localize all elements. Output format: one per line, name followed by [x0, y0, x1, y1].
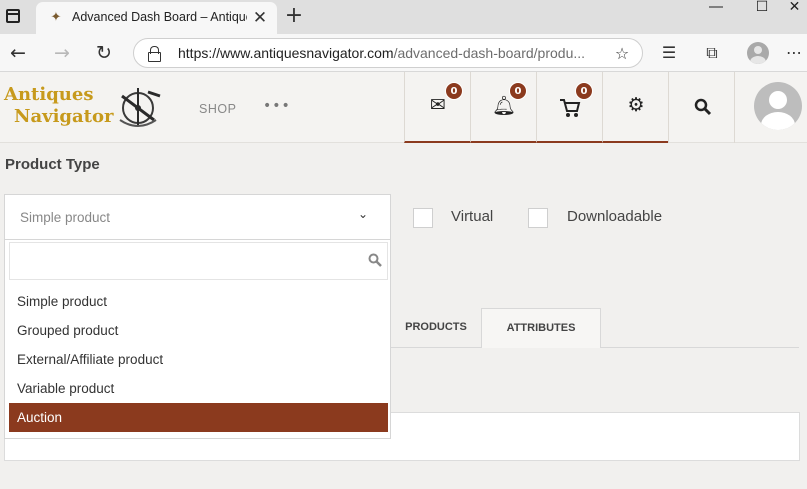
more-icon[interactable]: ⋯ — [780, 39, 807, 67]
browser-nav-bar: ← → ↻ https://www.antiquesnavigator.com/… — [0, 34, 807, 72]
tab-title: Advanced Dash Board – Antique — [72, 10, 247, 24]
product-data-tabs: PRODUCTS ATTRIBUTES — [391, 308, 799, 348]
site-favicon: ✦ — [50, 10, 62, 25]
product-type-label: Product Type — [5, 156, 100, 173]
header-search-button[interactable] — [668, 72, 734, 143]
favorites-icon[interactable]: ☰ — [655, 39, 683, 67]
back-arrow-icon[interactable]: ← — [4, 39, 32, 67]
url-path: /advanced-dash-board/produ... — [393, 45, 586, 61]
minimize-icon[interactable]: ― — [694, 0, 738, 16]
option-simple-product[interactable]: Simple product — [9, 287, 388, 316]
site-header: Antiques Navigator SHOP ••• ✉ 0 🔔︎ 0 0 ⚙ — [0, 72, 807, 143]
cart-icon — [560, 99, 581, 117]
downloadable-label: Downloadable — [567, 208, 663, 225]
bell-badge: 0 — [509, 82, 527, 100]
forward-arrow-icon[interactable]: → — [48, 39, 76, 67]
site-logo[interactable]: Antiques Navigator — [4, 84, 113, 128]
url-text: https://www.antiquesnavigator.com/advanc… — [178, 45, 585, 61]
header-cart-button[interactable]: 0 — [536, 72, 602, 143]
product-type-select[interactable]: Simple product ⌄ — [4, 194, 391, 240]
virtual-checkbox[interactable] — [413, 208, 433, 228]
chevron-down-icon: ⌄ — [357, 207, 369, 221]
browser-tab[interactable]: ✦ Advanced Dash Board – Antique ✕ — [36, 2, 277, 34]
window-menu-icon[interactable] — [6, 9, 20, 23]
nav-shop-link[interactable]: SHOP — [199, 102, 236, 116]
address-bar[interactable]: https://www.antiquesnavigator.com/advanc… — [133, 38, 643, 68]
refresh-icon[interactable]: ↻ — [90, 39, 118, 67]
dropdown-search-input[interactable] — [9, 242, 388, 280]
dropdown-options-list: Simple product Grouped product External/… — [9, 287, 388, 432]
search-icon — [368, 253, 382, 267]
user-avatar — [754, 82, 802, 130]
header-mail-button[interactable]: ✉ 0 — [404, 72, 470, 143]
option-variable-product[interactable]: Variable product — [9, 374, 388, 403]
browser-tab-bar: ✦ Advanced Dash Board – Antique ✕ + ― ☐ … — [0, 0, 807, 34]
option-auction[interactable]: Auction — [9, 403, 388, 432]
url-host: https://www.antiquesnavigator.com — [178, 45, 394, 61]
close-window-icon[interactable]: ✕ — [782, 0, 807, 16]
search-icon — [694, 98, 712, 116]
close-tab-icon[interactable]: ✕ — [250, 8, 270, 28]
header-settings-button[interactable]: ⚙ — [602, 72, 668, 143]
logo-line2: Navigator — [14, 106, 114, 127]
star-plus-icon[interactable]: ☆ — [612, 44, 632, 64]
virtual-label: Virtual — [451, 208, 494, 225]
new-tab-plus-icon[interactable]: + — [283, 4, 305, 28]
collections-icon[interactable]: ⧉ — [698, 39, 726, 67]
logo-line1: Antiques — [4, 84, 94, 105]
mail-badge: 0 — [445, 82, 463, 100]
sextant-logo-icon — [119, 88, 161, 127]
selected-product-type: Simple product — [20, 210, 111, 225]
downloadable-checkbox[interactable] — [528, 208, 548, 228]
tab-linked-products[interactable]: PRODUCTS — [391, 308, 481, 348]
header-notifications-button[interactable]: 🔔︎ 0 — [470, 72, 536, 143]
gear-icon: ⚙ — [627, 94, 645, 116]
bell-icon: 🔔︎ — [491, 95, 517, 117]
option-grouped-product[interactable]: Grouped product — [9, 316, 388, 345]
option-external-affiliate-product[interactable]: External/Affiliate product — [9, 345, 388, 374]
maximize-icon[interactable]: ☐ — [740, 0, 784, 16]
cart-badge: 0 — [575, 82, 593, 100]
mail-icon: ✉ — [430, 94, 446, 116]
profile-avatar[interactable] — [747, 42, 769, 64]
header-account-button[interactable] — [734, 72, 807, 143]
nav-more-icon[interactable]: ••• — [263, 98, 291, 114]
lock-icon[interactable] — [148, 46, 161, 62]
product-type-dropdown: Simple product Grouped product External/… — [4, 240, 391, 439]
tab-attributes[interactable]: ATTRIBUTES — [481, 308, 601, 348]
